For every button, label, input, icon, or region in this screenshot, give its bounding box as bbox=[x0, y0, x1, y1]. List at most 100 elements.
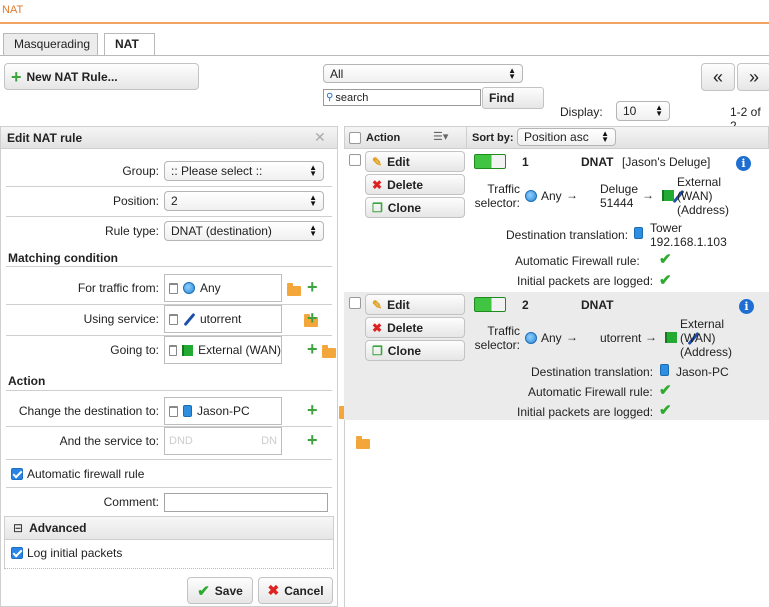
clone-icon: ❐ bbox=[372, 343, 383, 358]
rule-type-label: Rule type: bbox=[104, 224, 159, 238]
sort-select[interactable]: Position asc ▲ ▼ bbox=[517, 128, 616, 146]
divider bbox=[466, 127, 467, 149]
next-page-button[interactable]: » bbox=[737, 63, 769, 91]
auto-firewall-status-label: Automatic Firewall rule: bbox=[528, 385, 653, 399]
using-service-value: utorrent bbox=[200, 312, 242, 326]
cancel-label: Cancel bbox=[284, 583, 324, 598]
checkmark-icon: ✔ bbox=[659, 402, 672, 419]
new-nat-rule-button[interactable]: + New NAT Rule... bbox=[4, 63, 199, 90]
prev-page-button[interactable]: « bbox=[701, 63, 735, 91]
delete-icon: ✖ bbox=[372, 320, 383, 335]
traffic-from-field[interactable]: Any bbox=[164, 274, 282, 302]
traffic-selector-label: Traffic selector: bbox=[474, 182, 520, 210]
info-icon[interactable]: i bbox=[736, 156, 751, 171]
save-button[interactable]: ✔ Save bbox=[187, 577, 253, 604]
updown-icon: ▲ ▼ bbox=[655, 103, 663, 118]
collapse-icon[interactable]: ⊟ bbox=[13, 521, 23, 535]
service-icon bbox=[183, 313, 195, 325]
folder-icon[interactable] bbox=[287, 283, 301, 296]
group-select[interactable]: :: Please select :: ▲ ▼ bbox=[164, 161, 324, 181]
folder-icon[interactable] bbox=[321, 345, 336, 358]
globe-icon bbox=[183, 282, 195, 294]
translation-label: Destination translation: bbox=[506, 228, 629, 242]
matching-condition-heading: Matching condition bbox=[8, 251, 118, 265]
edit-icon: ✎ bbox=[372, 154, 383, 169]
rule-type: DNAT bbox=[581, 298, 614, 312]
updown-icon: ▲ ▼ bbox=[508, 65, 516, 81]
going-to-field[interactable]: External (WAN) bbox=[164, 336, 282, 364]
rule-comment: [Jason's Deluge] bbox=[622, 155, 711, 169]
using-service-field[interactable]: utorrent bbox=[164, 305, 282, 333]
add-icon[interactable]: + bbox=[307, 401, 318, 419]
trash-icon[interactable] bbox=[169, 313, 178, 325]
trash-icon[interactable] bbox=[169, 405, 178, 417]
clone-label: Clone bbox=[387, 343, 422, 358]
divider bbox=[6, 216, 332, 217]
filter-select[interactable]: All ▲ ▼ bbox=[323, 64, 523, 83]
change-destination-field[interactable]: Jason-PC bbox=[164, 397, 282, 425]
auto-firewall-status-label: Automatic Firewall rule: bbox=[515, 254, 640, 268]
display-select[interactable]: 10 ▲ ▼ bbox=[616, 101, 670, 121]
clone-rule-button[interactable]: ❐ Clone bbox=[365, 197, 465, 218]
add-icon[interactable]: + bbox=[307, 309, 318, 327]
find-button[interactable]: Find bbox=[482, 87, 544, 109]
sort-value: Position asc bbox=[524, 130, 589, 144]
group-value: :: Please select :: bbox=[171, 164, 263, 178]
comment-input[interactable] bbox=[164, 493, 328, 512]
trash-icon[interactable] bbox=[169, 344, 178, 356]
position-value: 2 bbox=[171, 194, 178, 208]
log-packets-row[interactable]: Log initial packets bbox=[11, 546, 122, 560]
rule-enable-toggle[interactable] bbox=[474, 297, 506, 312]
traffic-selector-label: Traffic selector: bbox=[474, 324, 520, 352]
updown-icon: ▲ ▼ bbox=[309, 193, 317, 208]
clone-rule-button[interactable]: ❐ Clone bbox=[365, 340, 465, 361]
rule-checkbox[interactable] bbox=[349, 154, 361, 166]
rule-source: Any bbox=[541, 331, 562, 345]
delete-rule-button[interactable]: ✖ Delete bbox=[365, 174, 465, 195]
updown-icon: ▲ ▼ bbox=[601, 129, 609, 144]
tab-nat[interactable]: NAT bbox=[104, 33, 155, 56]
position-select[interactable]: 2 ▲ ▼ bbox=[164, 191, 324, 211]
divider bbox=[6, 459, 332, 460]
edit-rule-button[interactable]: ✎ Edit bbox=[365, 151, 465, 172]
auto-firewall-checkbox[interactable] bbox=[11, 468, 23, 480]
clone-icon: ❐ bbox=[372, 200, 383, 215]
rule-type-select[interactable]: DNAT (destination) ▲ ▼ bbox=[164, 221, 324, 241]
trash-icon[interactable] bbox=[169, 282, 178, 294]
display-value: 10 bbox=[623, 104, 637, 118]
computer-icon bbox=[634, 227, 643, 239]
edit-rule-button[interactable]: ✎ Edit bbox=[365, 294, 465, 315]
rule-number: 2 bbox=[522, 298, 529, 312]
close-icon[interactable]: ✕ bbox=[314, 129, 326, 146]
add-icon[interactable]: + bbox=[307, 340, 318, 358]
divider bbox=[4, 568, 334, 569]
menu-icon[interactable]: ☰▾ bbox=[433, 130, 448, 143]
going-to-value: External (WAN) bbox=[198, 343, 281, 357]
rule-destination: External (WAN) (Address) bbox=[677, 175, 730, 217]
arrow-icon: → bbox=[566, 330, 578, 344]
translation-label: Destination translation: bbox=[531, 365, 654, 379]
rule-enable-toggle[interactable] bbox=[474, 154, 506, 169]
search-input[interactable]: ⚲ search bbox=[323, 89, 481, 106]
and-service-field[interactable]: DND DN bbox=[164, 427, 282, 455]
rule-checkbox[interactable] bbox=[349, 297, 361, 309]
logged-status-label: Initial packets are logged: bbox=[517, 405, 654, 419]
updown-icon: ▲ ▼ bbox=[309, 223, 317, 238]
add-icon[interactable]: + bbox=[307, 278, 318, 296]
cancel-button[interactable]: ✖ Cancel bbox=[258, 577, 333, 604]
add-icon[interactable]: + bbox=[307, 431, 318, 449]
rule-type-value: DNAT (destination) bbox=[171, 224, 272, 238]
advanced-header[interactable]: ⊟ Advanced bbox=[4, 516, 334, 540]
display-label: Display: bbox=[560, 105, 603, 119]
tab-masquerading[interactable]: Masquerading bbox=[3, 33, 98, 55]
advanced-label: Advanced bbox=[29, 521, 87, 535]
filter-value: All bbox=[330, 66, 344, 81]
using-service-label: Using service: bbox=[83, 312, 159, 326]
info-icon[interactable]: i bbox=[739, 299, 754, 314]
log-packets-checkbox[interactable] bbox=[11, 547, 23, 559]
delete-rule-button[interactable]: ✖ Delete bbox=[365, 317, 465, 338]
auto-firewall-checkbox-row[interactable]: Automatic firewall rule bbox=[11, 467, 144, 481]
x-icon: ✖ bbox=[267, 582, 280, 598]
checkmark-icon: ✔ bbox=[197, 582, 210, 600]
select-all-checkbox[interactable] bbox=[349, 132, 361, 144]
